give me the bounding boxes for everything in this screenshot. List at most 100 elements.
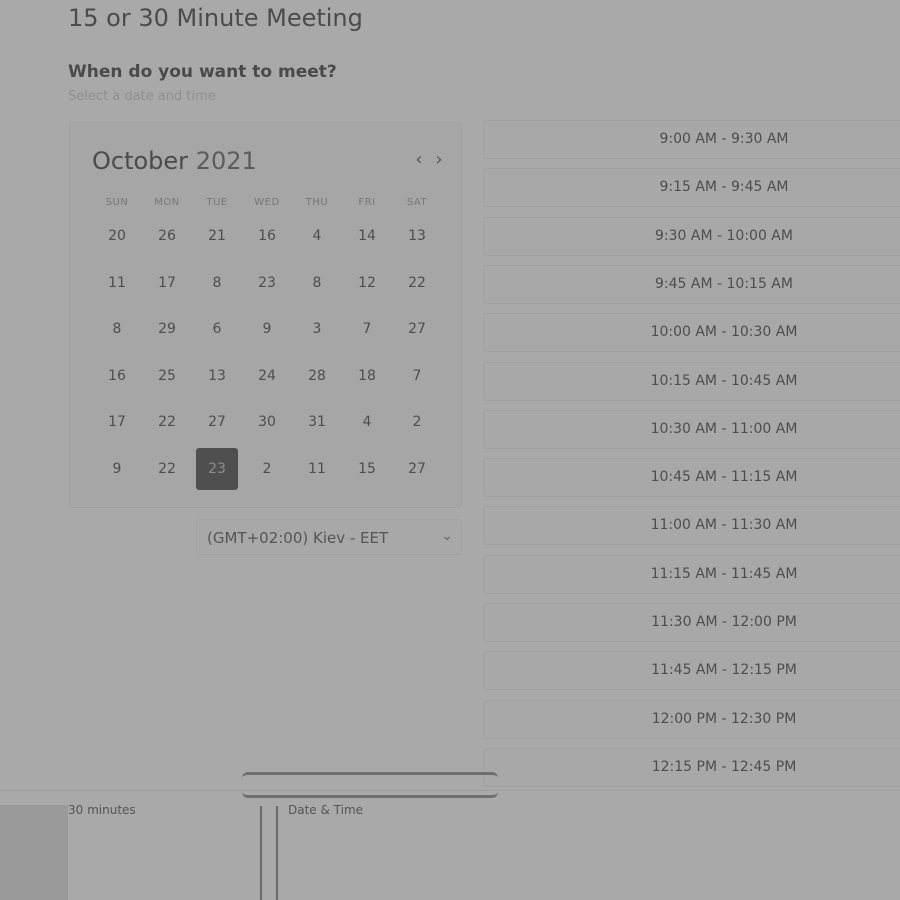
time-slot-label: 9:15 AM - 9:45 AM <box>659 179 789 196</box>
time-slot-button[interactable]: 11:30 AM - 12:00 PM <box>483 603 900 642</box>
calendar-day-number: 28 <box>308 367 326 384</box>
calendar-day-number: 8 <box>212 274 222 291</box>
time-slot-label: 9:30 AM - 10:00 AM <box>655 227 793 244</box>
calendar-day[interactable]: 17 <box>92 399 142 446</box>
calendar-day-number: 7 <box>412 367 422 384</box>
time-slot-button[interactable]: 10:30 AM - 11:00 AM <box>483 409 900 449</box>
calendar-day[interactable]: 23 <box>192 446 242 493</box>
calendar-day-number: 23 <box>196 447 238 490</box>
calendar-day[interactable]: 12 <box>342 260 392 307</box>
calendar-day[interactable]: 18 <box>342 353 392 400</box>
step-duration[interactable]: 30 minutes <box>68 803 136 817</box>
calendar-day[interactable]: 13 <box>192 353 242 400</box>
time-slot-button[interactable]: 9:00 AM - 9:30 AM <box>483 120 900 159</box>
calendar-day-number: 8 <box>112 321 122 338</box>
time-slot-list: 9:00 AM - 9:30 AM 9:15 AM - 9:45 AM 9:30 A… <box>483 120 900 790</box>
time-slot-button[interactable]: 11:15 AM - 11:45 AM <box>483 554 900 594</box>
time-slot-button[interactable]: 12:00 PM - 12:30 PM <box>483 699 900 739</box>
calendar-day[interactable]: 29 <box>142 306 192 353</box>
calendar-day-number: 9 <box>262 321 272 338</box>
calendar-day[interactable]: 22 <box>392 260 442 307</box>
calendar-day[interactable]: 7 <box>342 306 392 353</box>
calendar: October 2021 ‹ › SUN MON TUE WED THU FRI… <box>69 122 462 508</box>
calendar-month: October <box>92 147 189 175</box>
calendar-day[interactable]: 27 <box>392 446 442 493</box>
calendar-day-number: 11 <box>108 274 126 291</box>
time-slot-button[interactable]: 10:00 AM - 10:30 AM <box>483 313 900 353</box>
calendar-year: 2021 <box>195 147 257 175</box>
calendar-day-number: 7 <box>362 321 372 338</box>
calendar-day[interactable]: 6 <box>192 306 242 353</box>
time-slot-button[interactable]: 9:15 AM - 9:45 AM <box>483 168 900 208</box>
calendar-day[interactable]: 17 <box>142 260 192 307</box>
time-slot-label: 11:45 AM - 12:15 PM <box>651 662 797 679</box>
calendar-day[interactable]: 9 <box>242 306 292 353</box>
calendar-day[interactable]: 15 <box>342 446 392 493</box>
calendar-day-number: 23 <box>258 274 276 291</box>
calendar-day[interactable]: 3 <box>292 306 342 353</box>
calendar-days-grid: 20 26 21 16 4 14 13 11 17 8 23 8 12 22 8 29 6 9 3 7 27 16 25 13… <box>92 213 442 492</box>
calendar-day-number: 30 <box>258 414 276 431</box>
time-slot-button[interactable]: 10:45 AM - 11:15 AM <box>483 458 900 498</box>
calendar-day[interactable]: 22 <box>142 399 192 446</box>
calendar-day-number: 25 <box>158 367 176 384</box>
calendar-day[interactable]: 20 <box>92 213 142 260</box>
time-slot-label: 9:45 AM - 10:15 AM <box>655 275 793 292</box>
weekday-label: SUN <box>105 197 129 208</box>
calendar-day-number: 26 <box>158 228 176 245</box>
calendar-day[interactable]: 4 <box>342 399 392 446</box>
calendar-day-number: 22 <box>158 460 176 477</box>
time-slot-label: 12:15 PM - 12:45 PM <box>651 758 797 775</box>
calendar-day-number: 31 <box>308 414 326 431</box>
weekday-label: WED <box>254 197 280 208</box>
calendar-day-number: 27 <box>408 460 426 477</box>
calendar-day[interactable]: 27 <box>392 306 442 353</box>
calendar-month-title: October 2021 <box>92 147 257 175</box>
calendar-day-number: 17 <box>158 274 176 291</box>
calendar-day-number: 21 <box>208 228 226 245</box>
calendar-day-number: 20 <box>108 228 126 245</box>
calendar-day-number: 8 <box>312 274 322 291</box>
calendar-day-number: 13 <box>408 228 426 245</box>
calendar-day[interactable]: 30 <box>242 399 292 446</box>
calendar-day[interactable]: 21 <box>192 213 242 260</box>
time-slot-button[interactable]: 11:45 AM - 12:15 PM <box>483 651 900 691</box>
chevron-right-icon[interactable]: › <box>430 151 448 169</box>
calendar-day[interactable]: 13 <box>392 213 442 260</box>
footer-steps: 30 minutes Date & Time <box>0 790 900 900</box>
time-slot-button[interactable]: 12:15 PM - 12:45 PM <box>483 747 900 787</box>
calendar-day-number: 27 <box>208 414 226 431</box>
calendar-day[interactable]: 27 <box>192 399 242 446</box>
calendar-day[interactable]: 26 <box>142 213 192 260</box>
chevron-left-icon[interactable]: ‹ <box>410 151 428 169</box>
weekday-label: FRI <box>358 197 376 208</box>
time-slot-label: 11:00 AM - 11:30 AM <box>650 517 798 534</box>
calendar-day[interactable]: 11 <box>92 260 142 307</box>
time-slot-button[interactable]: 11:00 AM - 11:30 AM <box>483 506 900 546</box>
calendar-day[interactable]: 14 <box>342 213 392 260</box>
calendar-day-number: 11 <box>308 460 326 477</box>
calendar-day[interactable]: 2 <box>392 399 442 446</box>
step-date-time[interactable]: Date & Time <box>288 803 363 817</box>
calendar-day[interactable]: 8 <box>92 306 142 353</box>
calendar-day[interactable]: 31 <box>292 399 342 446</box>
time-slot-button[interactable]: 9:45 AM - 10:15 AM <box>483 264 900 304</box>
calendar-day[interactable]: 25 <box>142 353 192 400</box>
calendar-day[interactable]: 28 <box>292 353 342 400</box>
calendar-day[interactable]: 11 <box>292 446 342 493</box>
calendar-day[interactable]: 9 <box>92 446 142 493</box>
calendar-day[interactable]: 4 <box>292 213 342 260</box>
calendar-day[interactable]: 2 <box>242 446 292 493</box>
calendar-day[interactable]: 22 <box>142 446 192 493</box>
timezone-select[interactable]: (GMT+02:00) Kiev - EET ⌄ <box>196 519 462 555</box>
calendar-day[interactable]: 8 <box>192 260 242 307</box>
time-slot-button[interactable]: 10:15 AM - 10:45 AM <box>483 361 900 401</box>
calendar-day[interactable]: 24 <box>242 353 292 400</box>
time-slot-label: 12:00 PM - 12:30 PM <box>651 710 797 727</box>
calendar-day[interactable]: 16 <box>242 213 292 260</box>
calendar-day[interactable]: 16 <box>92 353 142 400</box>
calendar-day[interactable]: 8 <box>292 260 342 307</box>
calendar-day[interactable]: 23 <box>242 260 292 307</box>
calendar-day[interactable]: 7 <box>392 353 442 400</box>
time-slot-button[interactable]: 9:30 AM - 10:00 AM <box>483 216 900 256</box>
